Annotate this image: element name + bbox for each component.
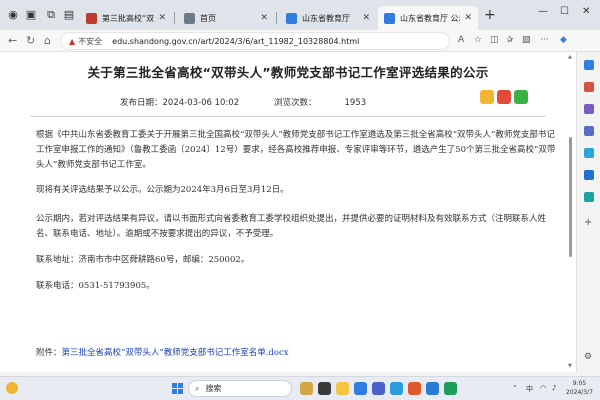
search-label: 搜索 [205, 384, 222, 393]
close-icon[interactable]: ✕ [260, 13, 268, 23]
tab-1[interactable]: 第三批高校“双带头人” ✕ [80, 6, 172, 30]
attachment-line: 附件：第三批全省高校“双带头人”教师党支部书记工作室名单.docx [36, 348, 289, 358]
tab-2[interactable]: 首页 ✕ [178, 6, 274, 30]
warning-icon: ▲ [69, 36, 76, 46]
tray-chevron-icon[interactable]: ⌃ [512, 384, 518, 392]
tab-actions-icon[interactable]: ▤ [62, 8, 76, 22]
browser-window: ◉ ▣ ⧉ ▤ 第三批高校“双带头人” ✕ 首页 ✕ 山东省教育厅 ✕ 山东省教… [0, 0, 600, 400]
close-window-icon[interactable]: ✕ [582, 6, 590, 17]
add-icon[interactable]: + [584, 218, 594, 228]
excel-icon[interactable] [444, 382, 457, 395]
start-icon[interactable] [172, 383, 183, 394]
tab-4-title: 山东省教育厅 公示( [400, 13, 460, 23]
page-content: 关于第三批全省高校“双带头人”教师党支部书记工作室评选结果的公示 发布日期：20… [0, 52, 576, 372]
tab-3-title: 山东省教育厅 [302, 13, 350, 23]
mail-icon[interactable] [390, 382, 403, 395]
close-icon[interactable]: ✕ [464, 13, 472, 23]
favorites-icon[interactable]: ✰ [506, 35, 514, 45]
paragraph-1: 根据《中共山东省委教育工委关于开展第三批全国高校“双带头人”教师党支部书记工作室… [36, 130, 556, 170]
tab-2-title: 首页 [200, 13, 216, 23]
scroll-up-icon[interactable]: ▲ [568, 54, 572, 60]
task-view-icon[interactable] [318, 382, 331, 395]
weibo-share-icon[interactable] [497, 90, 511, 104]
wifi-icon[interactable]: ◠ [540, 384, 546, 392]
address-field[interactable]: ▲ 不安全 edu.shandong.gov.cn/art/2024/3/6/a… [60, 32, 450, 50]
close-icon[interactable]: ✕ [362, 13, 370, 23]
site-favicon-icon [286, 12, 297, 24]
tab-3[interactable]: 山东省教育厅 ✕ [280, 6, 376, 30]
scrollbar-thumb[interactable] [569, 137, 572, 257]
more-icon[interactable]: ··· [540, 35, 549, 45]
close-icon[interactable]: ✕ [158, 13, 166, 23]
home-icon[interactable]: ⌂ [44, 34, 51, 47]
minimize-icon[interactable]: — [538, 6, 548, 17]
security-status[interactable]: 不安全 [78, 36, 102, 47]
attachment-link[interactable]: 第三批全省高校“双带头人”教师党支部书记工作室名单.docx [62, 348, 289, 358]
taskbar: ⌕ 搜索 ⌃ 中 ◠ ♪ 9:05 2024/3/7 [0, 376, 600, 400]
tab-bar: ◉ ▣ ⧉ ▤ 第三批高校“双带头人” ✕ 首页 ✕ 山东省教育厅 ✕ 山东省教… [0, 0, 600, 30]
taskbar-search[interactable]: ⌕ 搜索 [188, 380, 292, 397]
page-icon [184, 12, 195, 24]
divider [30, 116, 546, 117]
read-aloud-icon[interactable]: A [458, 35, 464, 45]
qzone-share-icon[interactable] [480, 90, 494, 104]
word-icon[interactable] [426, 382, 439, 395]
games-icon[interactable] [584, 126, 594, 136]
edge-sidebar: + ⚙ [576, 52, 600, 372]
volume-icon[interactable]: ♪ [552, 384, 556, 392]
profile-icon[interactable]: ◉ [6, 8, 20, 22]
collections-icon[interactable]: ⧉ [44, 8, 58, 22]
system-clock[interactable]: 9:05 2024/3/7 [566, 379, 593, 397]
publish-date: 发布日期：2024-03-06 10:02 [120, 98, 240, 108]
split-screen-icon[interactable]: ◫ [490, 35, 499, 45]
maximize-icon[interactable]: ☐ [560, 6, 569, 17]
widget-icon[interactable] [300, 382, 313, 395]
file-explorer-icon[interactable] [336, 382, 349, 395]
search-icon: ⌕ [195, 383, 200, 393]
contact-address: 联系地址：济南市市中区舜耕路60号，邮编：250002。 [36, 255, 250, 265]
contact-phone: 联系电话：0531-51793905。 [36, 281, 155, 291]
page-title: 关于第三批全省高校“双带头人”教师党支部书记工作室评选结果的公示 [87, 65, 489, 80]
collections-icon[interactable]: ▧ [522, 35, 531, 45]
tools-icon[interactable] [584, 104, 594, 114]
office-icon[interactable] [408, 382, 421, 395]
site-favicon-icon [86, 12, 97, 24]
input-language[interactable]: 中 [526, 384, 533, 394]
new-tab-button[interactable]: + [484, 8, 496, 22]
view-count: 浏览次数： 1953 [274, 98, 367, 108]
url-text: edu.shandong.gov.cn/art/2024/3/6/art_119… [112, 36, 360, 46]
paragraph-2: 现将有关评选结果予以公示。公示期为2024年3月6日至3月12日。 [36, 185, 289, 195]
paragraph-3: 公示期内，若对评选结果有异议，请以书面形式向省委教育工委学校组织处提出，并提供必… [36, 214, 547, 239]
microsoft-365-icon[interactable] [584, 148, 594, 158]
scroll-down-icon[interactable]: ▼ [568, 363, 572, 369]
outlook-icon[interactable] [584, 170, 594, 180]
back-icon[interactable]: ← [8, 34, 17, 47]
favorite-star-icon[interactable]: ☆ [474, 35, 482, 45]
weather-icon[interactable] [6, 382, 18, 394]
tab-4-active[interactable]: 山东省教育厅 公示( ✕ [378, 6, 478, 30]
vertical-scrollbar[interactable]: ▲ ▼ [568, 52, 574, 372]
edge-browser-icon[interactable] [354, 382, 367, 395]
store-icon[interactable] [372, 382, 385, 395]
workspaces-icon[interactable]: ▣ [24, 8, 38, 22]
search-icon[interactable] [584, 60, 594, 70]
refresh-icon[interactable]: ↻ [26, 34, 35, 47]
site-favicon-icon [384, 12, 395, 24]
settings-icon[interactable]: ⚙ [584, 352, 594, 362]
tab-1-title: 第三批高校“双带头人” [102, 13, 155, 23]
address-bar-row: ← ↻ ⌂ ▲ 不安全 edu.shandong.gov.cn/art/2024… [0, 30, 600, 52]
copilot-icon[interactable]: ◆ [560, 35, 567, 45]
drop-icon[interactable] [584, 192, 594, 202]
shopping-icon[interactable] [584, 82, 594, 92]
wechat-share-icon[interactable] [514, 90, 528, 104]
